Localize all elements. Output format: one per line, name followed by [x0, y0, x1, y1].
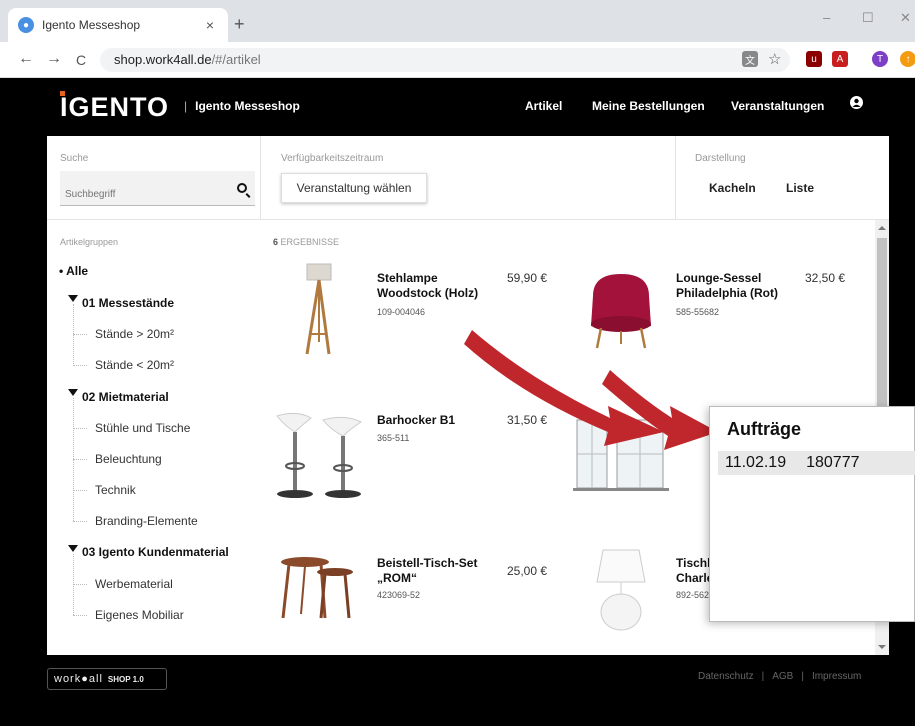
scroll-up-arrow-icon[interactable]: [878, 226, 886, 230]
bookmark-star-icon[interactable]: ☆: [768, 50, 781, 68]
nav-meine-bestellungen[interactable]: Meine Bestellungen: [592, 99, 705, 113]
footer-link-agb[interactable]: AGB: [772, 671, 793, 682]
scroll-thumb[interactable]: [877, 238, 887, 408]
tree-item-mobiliar[interactable]: Eigenes Mobiliar: [95, 608, 184, 622]
tree-item-stuehle[interactable]: Stühle und Tische: [95, 421, 190, 435]
tree-line: [73, 615, 87, 616]
filter-divider: [675, 136, 676, 220]
tree-item-staende-klein[interactable]: Stände < 20m²: [95, 358, 174, 372]
tree-item-branding[interactable]: Branding-Elemente: [95, 514, 198, 528]
product-sku: 423069-52: [377, 590, 421, 600]
product-sku: 892-562: [676, 590, 710, 600]
tree-item-beleuchtung[interactable]: Beleuchtung: [95, 452, 162, 466]
product-image-tischleuchte[interactable]: [593, 548, 649, 632]
back-button[interactable]: ←: [18, 50, 34, 68]
work4all-logo[interactable]: work●all SHOP 1.0: [47, 668, 167, 690]
window-close-button[interactable]: ✕: [900, 10, 911, 26]
search-input[interactable]: [60, 171, 255, 206]
footer-link-impressum[interactable]: Impressum: [812, 671, 861, 682]
tree-item-staende-gross[interactable]: Stände > 20m²: [95, 327, 174, 341]
select-event-button[interactable]: Veranstaltung wählen: [281, 173, 427, 203]
browser-tabbar: ● Igento Messeshop × + – ☐ ✕: [0, 0, 915, 42]
tree-item-werbematerial[interactable]: Werbematerial: [95, 577, 173, 591]
results-count: 6 ERGEBNISSE: [273, 237, 340, 247]
tab-title: Igento Messeshop: [42, 18, 141, 32]
extension-icon[interactable]: ↑: [900, 51, 915, 67]
popup-title: Aufträge: [727, 419, 802, 439]
tree-line: [73, 365, 87, 366]
nav-veranstaltungen[interactable]: Veranstaltungen: [731, 99, 824, 113]
order-date: 11.02.19: [725, 454, 787, 471]
tree-line: [73, 304, 74, 366]
shop-name: | Igento Messeshop: [184, 99, 300, 113]
browser-toolbar: ← → C shop.work4all.de/#/artikel 文 ☆ u A…: [0, 42, 915, 78]
window-maximize-button[interactable]: ☐: [862, 10, 874, 26]
product-price: 59,90 €: [507, 271, 548, 285]
footer-links: Datenschutz | AGB | Impressum: [698, 671, 862, 682]
forward-button[interactable]: →: [46, 50, 62, 68]
search-icon[interactable]: [237, 183, 247, 193]
product-name[interactable]: Lounge-Sessel Philadelphia (Rot): [676, 271, 778, 301]
tree-line: [73, 521, 87, 522]
product-name[interactable]: Tischl Charle: [676, 556, 713, 586]
tree-group-mietmaterial[interactable]: 02 Mietmaterial: [82, 390, 169, 404]
view-tiles-option[interactable]: Kacheln: [709, 181, 756, 195]
url-path: /#/artikel: [211, 52, 261, 67]
period-label: Verfügbarkeitszeitraum: [281, 153, 384, 164]
scroll-down-arrow-icon[interactable]: [878, 645, 886, 649]
ublock-icon[interactable]: u: [806, 51, 822, 67]
product-name[interactable]: Beistell-Tisch-Set „ROM“: [377, 556, 477, 586]
product-image-beistelltisch[interactable]: [279, 556, 359, 622]
translate-icon[interactable]: 文: [742, 51, 758, 67]
tree-group-messestaende[interactable]: 01 Messestände: [82, 296, 174, 310]
tree-line: [73, 428, 87, 429]
profile-avatar[interactable]: T: [872, 51, 888, 67]
tree-line: [73, 334, 87, 335]
product-name[interactable]: Barhocker B1: [377, 413, 455, 428]
window-minimize-button[interactable]: –: [823, 10, 830, 25]
tab-close-icon[interactable]: ×: [202, 17, 218, 33]
nav-artikel[interactable]: Artikel: [525, 99, 562, 113]
browser-tab[interactable]: ● Igento Messeshop ×: [8, 8, 228, 42]
orders-popup: Aufträge 11.02.19 180777: [709, 406, 915, 622]
product-price: 32,50 €: [805, 271, 846, 285]
view-label: Darstellung: [695, 153, 746, 164]
address-bar[interactable]: shop.work4all.de/#/artikel: [100, 48, 790, 72]
view-list-option[interactable]: Liste: [786, 181, 814, 195]
tree-item-technik[interactable]: Technik: [95, 483, 136, 497]
filter-bar: Suche Verfügbarkeitszeitraum Veranstaltu…: [47, 136, 889, 220]
footer-link-datenschutz[interactable]: Datenschutz: [698, 671, 754, 682]
tree-group-kundenmaterial[interactable]: 03 Igento Kundenmaterial: [82, 545, 229, 559]
reload-button[interactable]: C: [76, 52, 86, 68]
expand-triangle-icon[interactable]: [68, 295, 78, 302]
groups-title: Artikelgruppen: [60, 237, 119, 247]
expand-triangle-icon[interactable]: [68, 545, 78, 552]
product-sku: 585-55682: [676, 307, 720, 317]
filter-divider: [260, 136, 261, 220]
tree-line: [73, 459, 87, 460]
product-price: 25,00 €: [507, 564, 548, 578]
expand-triangle-icon[interactable]: [68, 389, 78, 396]
igento-logo[interactable]: IGENTO: [60, 92, 169, 123]
product-image-barhocker[interactable]: [273, 410, 367, 502]
igento-favicon-icon: ●: [18, 17, 34, 33]
order-row[interactable]: 11.02.19 180777: [718, 451, 915, 475]
tree-item-all[interactable]: • Alle: [59, 264, 88, 278]
user-icon[interactable]: [850, 96, 863, 109]
product-sku: 365-511: [377, 433, 410, 443]
order-number: 180777: [806, 454, 860, 471]
pdf-icon[interactable]: A: [832, 51, 848, 67]
product-sku: 109-004046: [377, 307, 426, 317]
tree-line: [73, 490, 87, 491]
url-host: shop.work4all.de: [114, 52, 212, 67]
product-image-stehlampe[interactable]: [287, 262, 347, 358]
search-label: Suche: [60, 153, 89, 164]
tree-line: [73, 584, 87, 585]
new-tab-button[interactable]: +: [234, 14, 245, 35]
product-name[interactable]: Stehlampe Woodstock (Holz): [377, 271, 478, 301]
